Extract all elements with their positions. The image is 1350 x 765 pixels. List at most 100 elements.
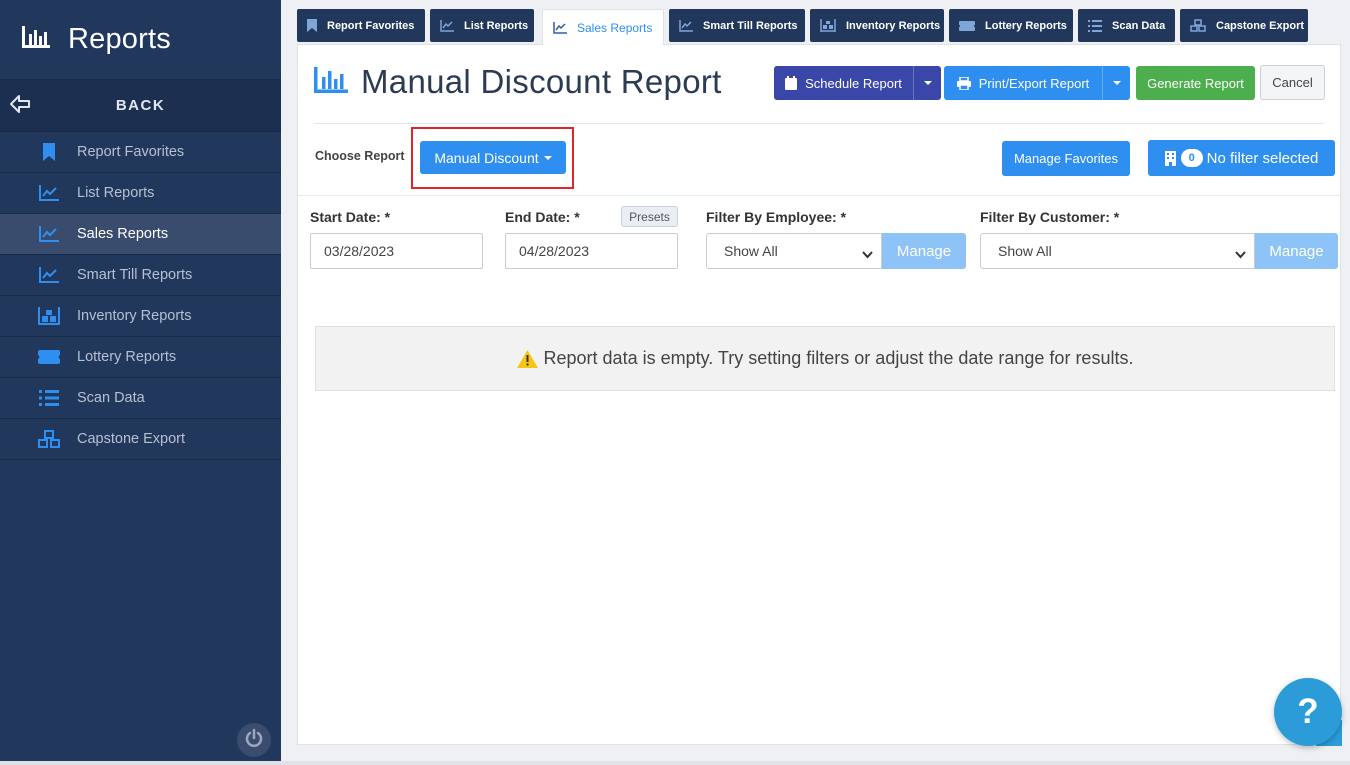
sidebar-item-scan-data[interactable]: Scan Data: [0, 378, 281, 419]
sidebar-item-label: Capstone Export: [77, 431, 186, 447]
start-date-label: Start Date: *: [310, 209, 391, 225]
ticket-icon: [38, 347, 60, 367]
warehouse-icon: [820, 19, 836, 32]
tab-scan-data[interactable]: Scan Data: [1078, 9, 1175, 42]
start-date-input[interactable]: 03/28/2023: [310, 233, 483, 269]
print-export-button[interactable]: Print/Export Report: [944, 66, 1130, 100]
printer-icon: [956, 76, 971, 90]
line-chart-icon: [38, 265, 60, 285]
tab-sales-reports[interactable]: Sales Reports: [542, 9, 664, 45]
tab-label: Smart Till Reports: [703, 19, 798, 32]
bookmark-icon: [38, 142, 60, 162]
tab-label: Lottery Reports: [985, 19, 1067, 32]
report-type-dropdown[interactable]: Manual Discount: [420, 141, 566, 174]
filter-status-label: No filter selected: [1206, 149, 1319, 167]
sidebar-header: Reports: [0, 0, 281, 80]
cubes-icon: [38, 429, 60, 449]
tab-report-favorites[interactable]: Report Favorites: [297, 9, 425, 42]
sidebar-item-capstone-export[interactable]: Capstone Export: [0, 419, 281, 460]
ticket-icon: [959, 20, 975, 31]
customer-filter-label: Filter By Customer: *: [980, 209, 1120, 225]
cubes-icon: [1190, 19, 1206, 32]
back-button[interactable]: BACK: [0, 80, 281, 132]
building-icon: [1164, 150, 1176, 166]
presets-button[interactable]: Presets: [621, 206, 678, 227]
filter-status-button[interactable]: 0 No filter selected: [1148, 140, 1335, 176]
bottom-scroll-strip: [0, 761, 1350, 765]
cancel-button[interactable]: Cancel: [1260, 65, 1325, 100]
sidebar-item-label: Inventory Reports: [77, 308, 192, 324]
list-icon: [1088, 19, 1102, 32]
chevron-down-icon: [1235, 246, 1246, 262]
sidebar-item-list-reports[interactable]: List Reports: [0, 173, 281, 214]
empty-report-alert: Report data is empty. Try setting filter…: [315, 326, 1335, 391]
caret-down-icon: [923, 81, 932, 85]
line-chart-icon: [38, 224, 60, 244]
sidebar-item-label: Lottery Reports: [77, 349, 177, 365]
end-date-label: End Date: *: [505, 209, 580, 225]
filter-count-badge: 0: [1180, 149, 1203, 167]
sidebar-item-label: Report Favorites: [77, 144, 185, 160]
tab-list-reports[interactable]: List Reports: [430, 9, 534, 42]
report-type-label: Manual Discount: [434, 149, 539, 166]
chevron-down-icon: [862, 246, 873, 262]
divider: [298, 195, 1340, 196]
list-icon: [38, 388, 60, 408]
schedule-report-button[interactable]: Schedule Report: [774, 66, 941, 100]
tab-capstone-export[interactable]: Capstone Export: [1180, 9, 1308, 42]
power-button[interactable]: [237, 723, 271, 757]
back-label: BACK: [115, 97, 166, 114]
sidebar-item-lottery-reports[interactable]: Lottery Reports: [0, 337, 281, 378]
sidebar-item-label: Smart Till Reports: [77, 267, 193, 283]
report-panel: Manual Discount Report Schedule Report P…: [297, 44, 1341, 745]
help-button[interactable]: ?: [1274, 678, 1342, 746]
help-label: ?: [1297, 692, 1319, 731]
line-chart-icon: [553, 21, 567, 34]
generate-report-button[interactable]: Generate Report: [1136, 66, 1255, 100]
sidebar-item-report-favorites[interactable]: Report Favorites: [0, 132, 281, 173]
power-icon: [244, 728, 264, 753]
print-dropdown-toggle[interactable]: [1102, 66, 1130, 100]
print-label: Print/Export Report: [978, 75, 1090, 91]
sidebar: Reports BACK Report Favorites List Repor…: [0, 0, 281, 765]
warehouse-icon: [38, 306, 60, 326]
report-title: Manual Discount Report: [314, 63, 722, 101]
sidebar-item-label: Sales Reports: [77, 226, 169, 242]
sidebar-item-label: List Reports: [77, 185, 155, 201]
schedule-dropdown-toggle[interactable]: [913, 66, 941, 100]
manage-favorites-button[interactable]: Manage Favorites: [1002, 141, 1130, 176]
choose-report-label: Choose Report: [315, 149, 405, 163]
bar-chart-icon: [314, 66, 348, 98]
empty-message: Report data is empty. Try setting filter…: [543, 348, 1134, 368]
tab-lottery-reports[interactable]: Lottery Reports: [949, 9, 1073, 42]
bookmark-icon: [307, 19, 317, 32]
sidebar-item-smart-till-reports[interactable]: Smart Till Reports: [0, 255, 281, 296]
end-date-input[interactable]: 04/28/2023: [505, 233, 678, 269]
employee-select[interactable]: Show All: [706, 233, 882, 269]
caret-down-icon: [543, 155, 552, 160]
employee-select-value: Show All: [724, 243, 778, 259]
line-chart-icon: [38, 183, 60, 203]
tab-label: List Reports: [464, 19, 529, 32]
tab-label: Report Favorites: [327, 19, 415, 32]
customer-select-value: Show All: [998, 243, 1052, 259]
tab-inventory-reports[interactable]: Inventory Reports: [810, 9, 944, 42]
arrow-left-icon: [10, 94, 30, 119]
schedule-label: Schedule Report: [805, 75, 902, 91]
page-title: Manual Discount Report: [361, 63, 722, 100]
divider: [314, 123, 1324, 124]
customer-select[interactable]: Show All: [980, 233, 1255, 269]
employee-filter-label: Filter By Employee: *: [706, 209, 847, 225]
tab-smart-till-reports[interactable]: Smart Till Reports: [669, 9, 805, 42]
sidebar-item-sales-reports[interactable]: Sales Reports: [0, 214, 281, 255]
sidebar-item-inventory-reports[interactable]: Inventory Reports: [0, 296, 281, 337]
tab-label: Inventory Reports: [846, 19, 941, 32]
calendar-icon: [785, 76, 798, 90]
tab-label: Scan Data: [1112, 19, 1166, 32]
sidebar-item-label: Scan Data: [77, 390, 145, 406]
warning-icon: [516, 349, 538, 368]
manage-customer-button[interactable]: Manage: [1255, 233, 1338, 269]
bar-chart-icon: [22, 26, 50, 53]
caret-down-icon: [1112, 81, 1121, 85]
manage-employee-button[interactable]: Manage: [882, 233, 966, 269]
